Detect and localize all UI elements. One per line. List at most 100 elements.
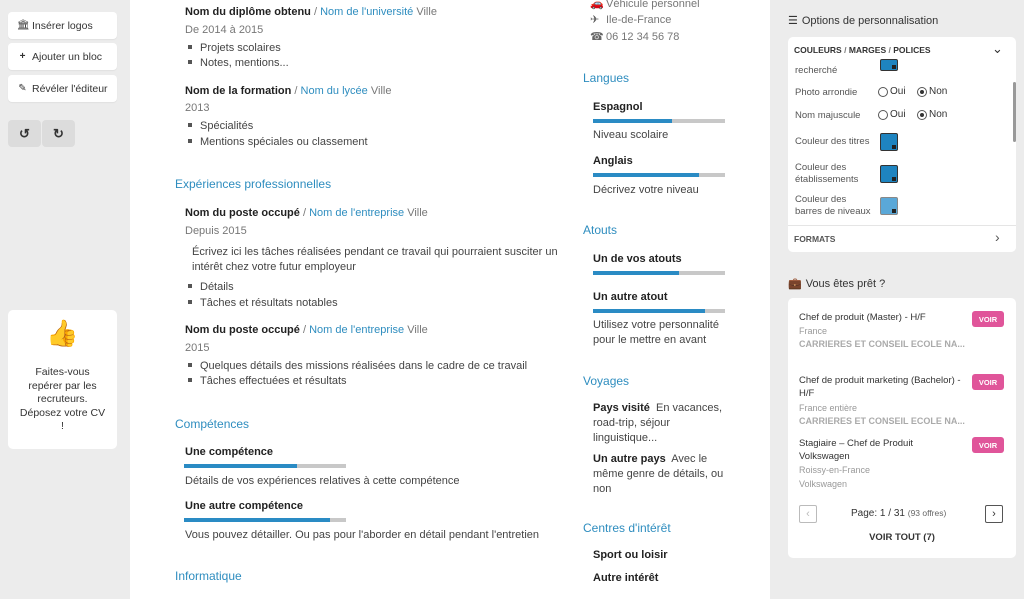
options-tabs[interactable]: COULEURS / MARGES / POLICES [794, 45, 931, 55]
experience-entry-title[interactable]: Nom du poste occupé / Nom de l'entrepris… [185, 206, 428, 221]
bar-color-swatch[interactable] [880, 197, 898, 215]
asset-level-fill [593, 271, 679, 275]
degree-name: Nom de la formation [185, 85, 292, 97]
voir-button[interactable]: VOIR [972, 374, 1004, 390]
chevron-right-icon: › [992, 508, 996, 520]
plus-icon: + [19, 51, 26, 62]
car-icon: 🚗 [590, 0, 604, 10]
city: Ville [416, 6, 437, 18]
language-name[interactable]: Espagnol [593, 100, 643, 115]
job-title[interactable]: Chef de produit (Master) - H/F [799, 311, 969, 324]
skill-description: Détails de vos expériences relatives à c… [185, 475, 460, 487]
color-swatch[interactable] [880, 59, 898, 71]
tab-polices[interactable]: POLICES [893, 45, 930, 55]
photo-rounded-no[interactable]: Non [917, 86, 947, 97]
section-heading-informatique[interactable]: Informatique [175, 569, 242, 584]
section-heading-experiences[interactable]: Expériences professionnelles [175, 177, 331, 192]
name-uppercase-yes[interactable]: Oui [878, 109, 906, 120]
skill-name[interactable]: Une compétence [185, 445, 273, 460]
job-location: France [799, 326, 828, 336]
section-heading-voyages[interactable]: Voyages [583, 374, 629, 389]
radio-icon [878, 109, 888, 120]
interest-item[interactable]: Sport ou loisir [593, 548, 668, 563]
reveal-editor-label: Révéler l'éditeur [32, 82, 108, 95]
radio-icon [878, 86, 888, 97]
skill-level-fill [184, 464, 298, 468]
job-company: CARRIERES ET CONSEIL ECOLE NA... [799, 339, 965, 349]
travel-entry[interactable]: Un autre pays Avec le même genre de déta… [593, 452, 733, 497]
prev-page-button[interactable]: ‹ [799, 505, 817, 523]
bullet-item: Mentions spéciales ou classement [188, 135, 368, 150]
bullet-item: Tâches effectuées et résultats [188, 374, 347, 389]
separator: / [888, 45, 891, 55]
experience-description: Écrivez ici les tâches réalisées pendant… [192, 246, 558, 273]
asset-level-bar [593, 309, 725, 313]
job-title[interactable]: Stagiaire – Chef de Produit Volkswagen [799, 437, 949, 463]
degree-name: Nom du diplôme obtenu [185, 6, 311, 18]
section-heading-langues[interactable]: Langues [583, 71, 629, 86]
options-scrollbar[interactable] [1013, 82, 1016, 142]
city: Ville [407, 207, 428, 219]
tab-couleurs[interactable]: COULEURS [794, 45, 842, 55]
section-heading-atouts[interactable]: Atouts [583, 223, 617, 238]
voir-button[interactable]: VOIR [972, 311, 1004, 327]
undo-button[interactable]: ↺ [8, 120, 41, 147]
tab-marges[interactable]: MARGES [849, 45, 886, 55]
radio-label: Oui [890, 86, 906, 97]
skill-name[interactable]: Une autre compétence [185, 499, 303, 514]
separator: / [844, 45, 847, 55]
photo-rounded-yes[interactable]: Oui [878, 86, 906, 97]
language-level-bar [593, 119, 725, 123]
school-color-swatch[interactable] [880, 165, 898, 183]
next-page-button[interactable]: › [985, 505, 1003, 523]
redo-button[interactable]: ↻ [42, 120, 75, 147]
section-heading-interets[interactable]: Centres d'intérêt [583, 521, 671, 536]
formation-date: 2013 [185, 102, 210, 114]
job-title[interactable]: Chef de produit marketing (Bachelor) - H… [799, 374, 971, 400]
title-color-swatch[interactable] [880, 133, 898, 151]
job-title: Nom du poste occupé [185, 207, 300, 219]
experience-entry-title[interactable]: Nom du poste occupé / Nom de l'entrepris… [185, 323, 428, 338]
pagination-info: Page: 1 / 31 (93 offres) [851, 508, 946, 519]
separator: / [302, 324, 307, 336]
edit-icon: ✎ [18, 83, 27, 94]
name-uppercase-no[interactable]: Non [917, 109, 947, 120]
separator: / [302, 207, 307, 219]
language-name[interactable]: Anglais [593, 154, 633, 169]
formats-row[interactable]: FORMATS › [788, 225, 1016, 252]
voir-button[interactable]: VOIR [972, 437, 1004, 453]
insert-logos-button[interactable]: 🏛 Insérer logos [8, 12, 117, 39]
add-block-label: Ajouter un bloc [32, 50, 103, 63]
jobs-heading: 💼 Vous êtes prêt ? [788, 277, 885, 290]
job-location: France entière [799, 403, 858, 413]
bullet-item: Détails [188, 280, 234, 295]
country-name: Pays visité [593, 402, 650, 414]
reveal-editor-button[interactable]: ✎ Révéler l'éditeur [8, 75, 117, 102]
interest-item[interactable]: Autre intérêt [593, 571, 658, 586]
asset-name[interactable]: Un de vos atouts [593, 252, 682, 267]
offers-count: (93 offres) [907, 508, 947, 518]
job-location: Roissy-en-France [799, 465, 871, 475]
skill-level-bar [184, 464, 346, 468]
undo-icon: ↺ [19, 125, 30, 141]
cv-page[interactable]: Nom du diplôme obtenu / Nom de l'univers… [130, 0, 770, 599]
bullet-item: Quelques détails des missions réalisées … [188, 359, 527, 374]
formation-entry-title[interactable]: Nom du diplôme obtenu / Nom de l'univers… [185, 5, 437, 20]
skill-level-fill [184, 518, 330, 522]
thumbs-up-icon: 👍 [46, 318, 79, 348]
promo-text: Faites-vous repérer par les recruteurs. … [19, 366, 106, 432]
add-block-button[interactable]: + Ajouter un bloc [8, 43, 117, 70]
sliders-icon: ☰ [788, 15, 798, 27]
vehicle-text: Véhicule personnel [606, 0, 700, 10]
travel-entry[interactable]: Pays visité En vacances, road-trip, séjo… [593, 401, 733, 446]
job-title: Nom du poste occupé [185, 324, 300, 336]
separator: / [313, 6, 318, 18]
separator: / [294, 85, 298, 97]
upload-cv-promo[interactable]: 👍 Faites-vous repérer par les recruteurs… [8, 310, 117, 449]
asset-name[interactable]: Un autre atout [593, 290, 668, 305]
section-heading-competences[interactable]: Compétences [175, 417, 249, 432]
experience-date: Depuis 2015 [185, 225, 247, 237]
voir-tout-button[interactable]: VOIR TOUT (7) [788, 532, 1016, 543]
chevron-down-icon[interactable]: ⌄ [992, 41, 1003, 57]
formation-entry-title[interactable]: Nom de la formation / Nom du lycée Ville [185, 84, 391, 99]
